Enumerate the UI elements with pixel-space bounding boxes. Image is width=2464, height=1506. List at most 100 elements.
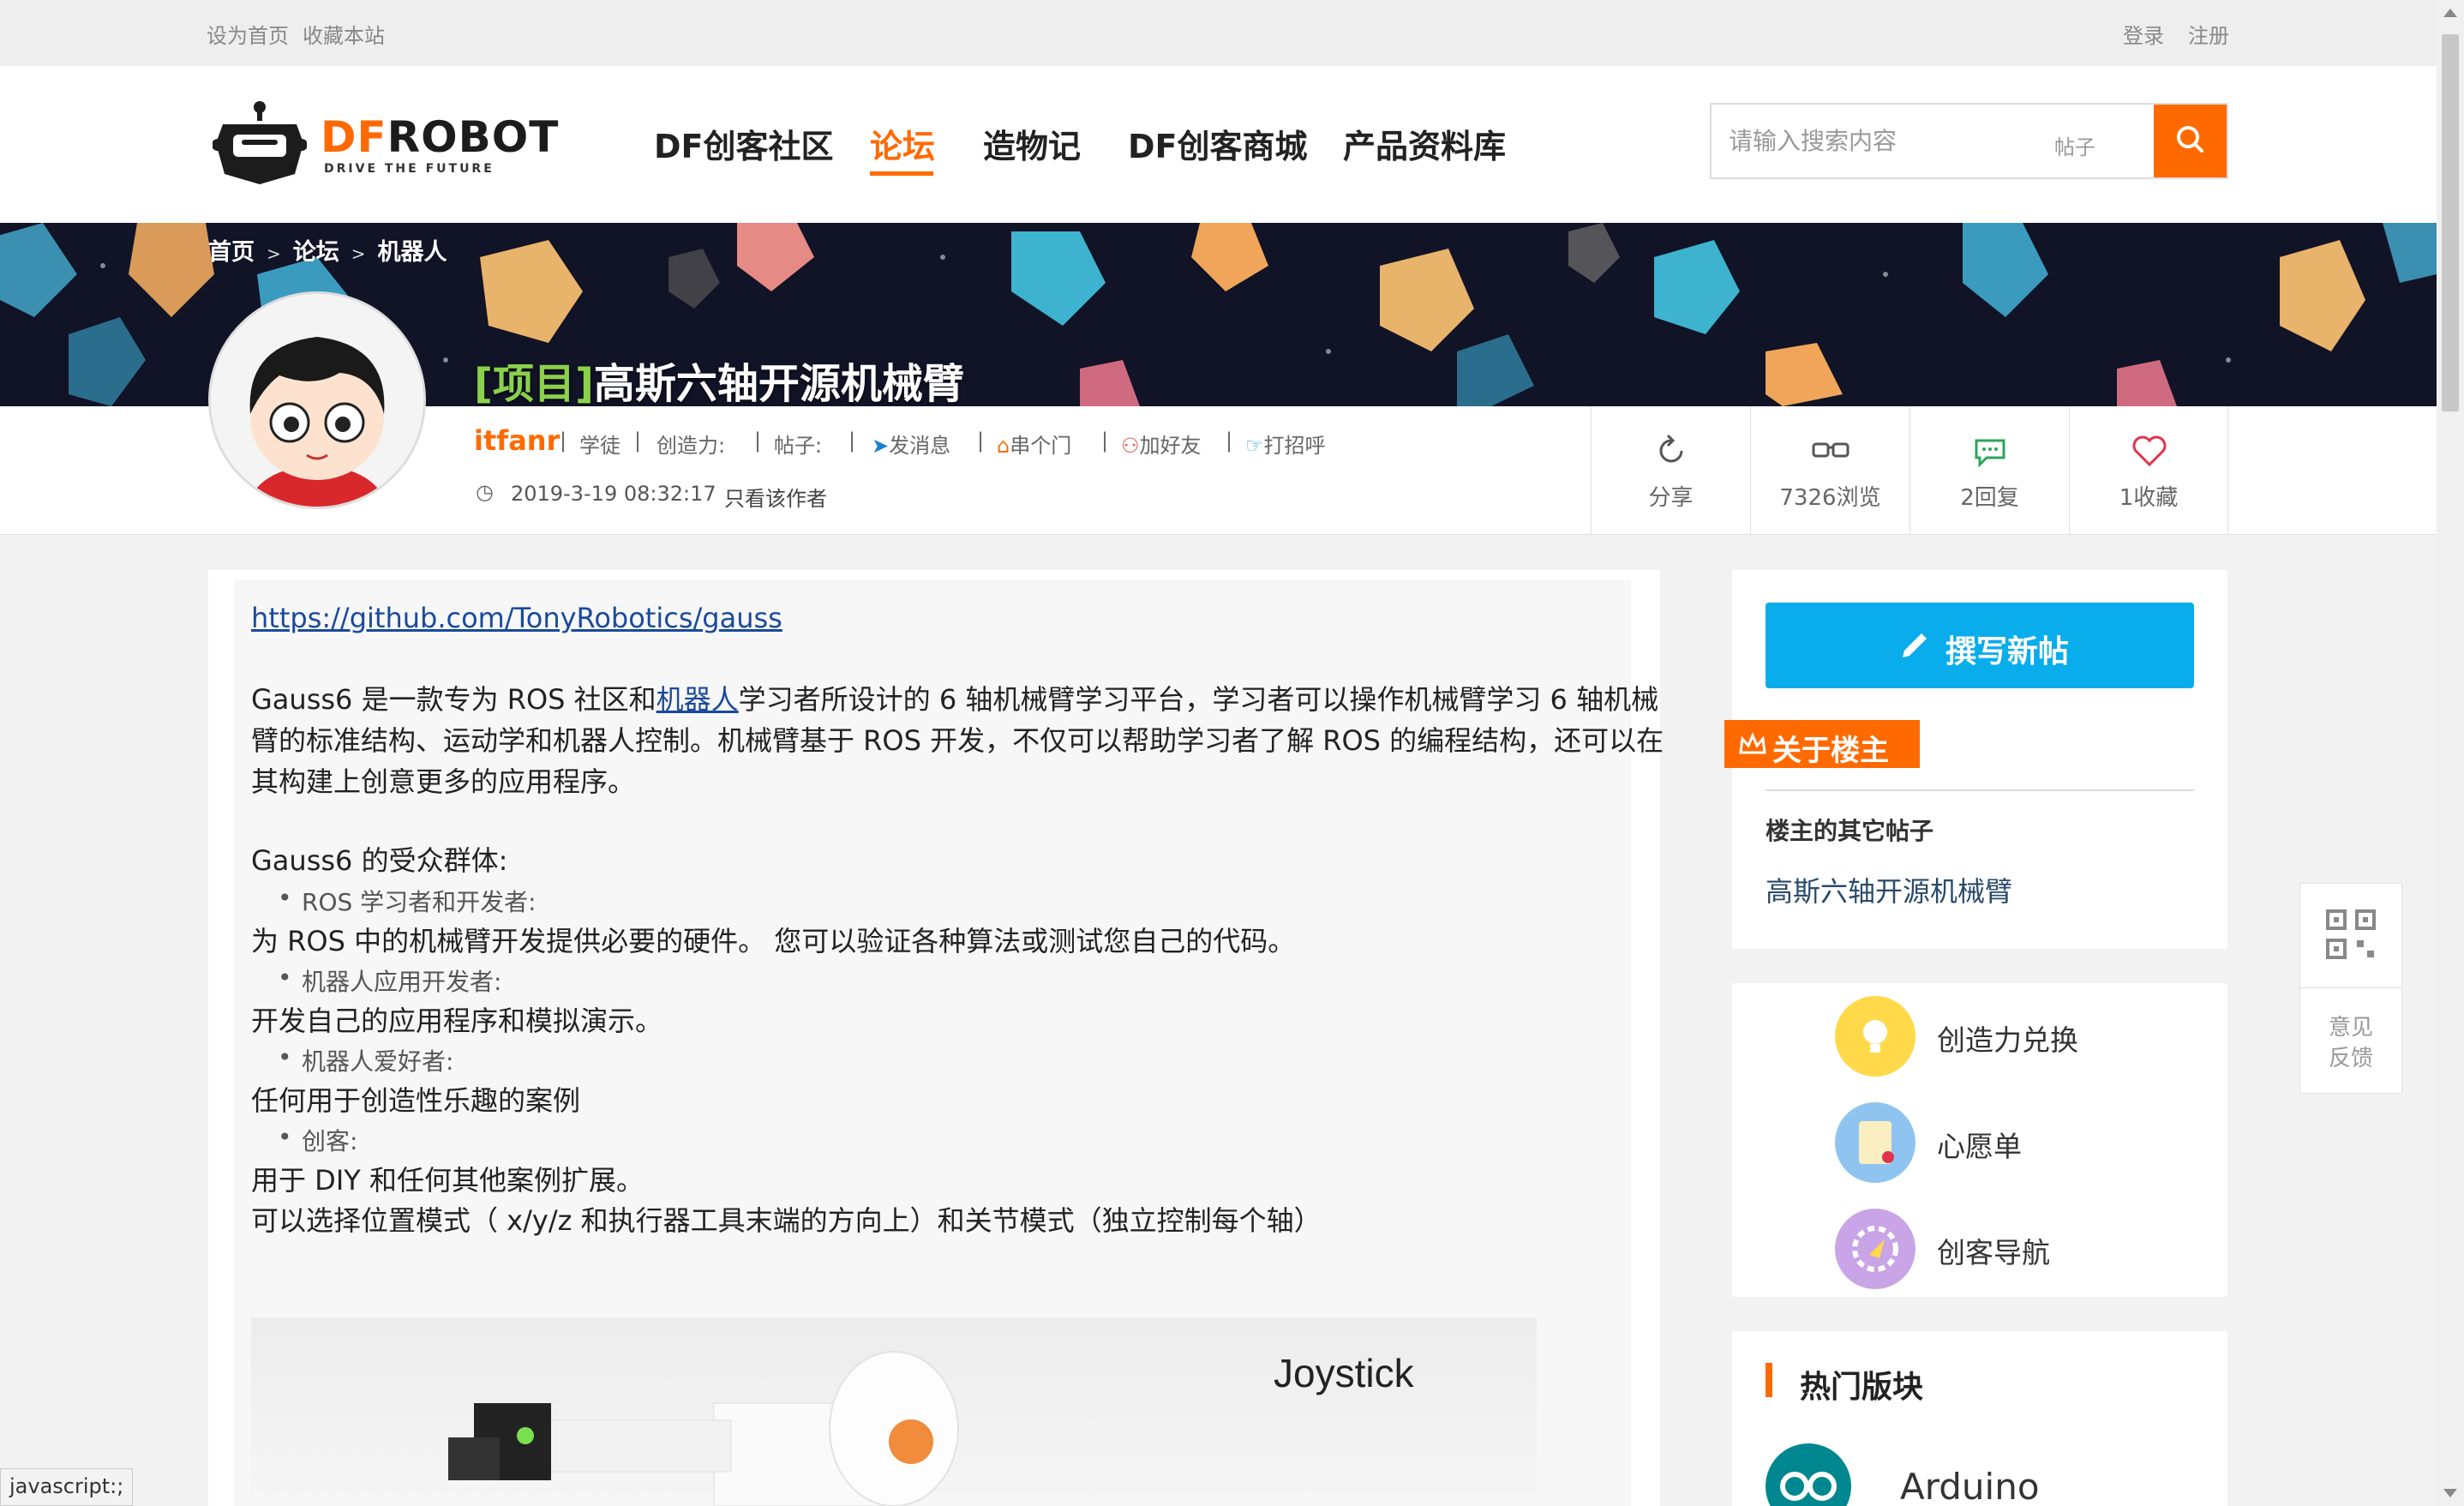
audience-text-1: 为 ROS 中的机械臂开发提供必要的硬件。 您可以验证各种算法或测试您自己的代码…	[251, 925, 1296, 957]
login-link[interactable]: 登录	[2123, 19, 2164, 49]
post-datetime: 2019-3-19 08:32:17	[511, 482, 716, 506]
only-author-link[interactable]: 只看该作者	[724, 482, 827, 512]
avatar[interactable]	[208, 291, 426, 509]
visit-link[interactable]: ⌂串个门	[997, 429, 1071, 459]
float-divider	[2300, 987, 2401, 988]
nav-df-community[interactable]: DF创客社区	[654, 120, 834, 167]
nav-product-library[interactable]: 产品资料库	[1343, 120, 1506, 167]
arduino-icon[interactable]	[1766, 1443, 1851, 1506]
audience-text-3: 任何用于创造性乐趣的案例	[251, 1084, 581, 1117]
author-sep: |	[560, 429, 567, 453]
creativity-label: 创造力:	[656, 434, 726, 458]
breadcrumb-separator: >	[351, 243, 366, 264]
tool-wishlist[interactable]: 心愿单	[1937, 1124, 2022, 1165]
author-sep: |	[634, 429, 642, 453]
greet-label: 打招呼	[1263, 434, 1326, 458]
logo-slogan: DRIVE THE FUTURE	[324, 162, 495, 176]
audience-title: Gauss6 的受众群体:	[251, 844, 508, 877]
audience-bullet-4: 创客:	[278, 1123, 358, 1157]
nav-forum[interactable]: 论坛	[870, 120, 935, 167]
share-label: 分享	[1648, 485, 1694, 511]
tool-creativity-exchange[interactable]: 创造力兑换	[1937, 1017, 2078, 1059]
nav-df-store[interactable]: DF创客商城	[1128, 120, 1308, 167]
top-utility-bar: 设为首页 收藏本站 登录 注册	[0, 0, 2437, 66]
audience-bullet-2: 机器人应用开发者:	[278, 963, 501, 998]
posts-label: 帖子:	[774, 434, 823, 458]
github-link[interactable]: https://github.com/TonyRobotics/gauss	[251, 597, 782, 639]
lightbulb-icon[interactable]	[1835, 996, 1915, 1077]
audience-text-2: 开发自己的应用程序和模拟演示。	[251, 1005, 663, 1037]
nav-zaowuji[interactable]: 造物记	[983, 120, 1081, 167]
favorite-button[interactable]: 1收藏	[2069, 406, 2228, 535]
new-post-button[interactable]: 撰写新帖	[1766, 603, 2194, 688]
search-button[interactable]	[2154, 105, 2227, 177]
robot-arm-photo[interactable]: Joystick	[251, 1317, 1537, 1506]
author-rank: 学徒	[579, 434, 620, 458]
views-label: 7326浏览	[1779, 485, 1881, 511]
site-header: DFROBOT DRIVE THE FUTURE DF创客社区 论坛 造物记 D…	[0, 66, 2437, 223]
new-post-label: 撰写新帖	[1945, 634, 2070, 669]
post-tag: [项目]	[474, 360, 594, 408]
wishlist-icon[interactable]	[1835, 1102, 1915, 1183]
hot-sections-title: 热门版块	[1800, 1370, 1924, 1405]
set-home-link[interactable]: 设为首页	[207, 19, 289, 49]
pencil-icon	[1903, 633, 1927, 657]
dfrobot-logo[interactable]: DFROBOT DRIVE THE FUTURE	[213, 100, 564, 186]
page-scrollbar[interactable]	[2437, 0, 2464, 1506]
greet-link[interactable]: ☞打招呼	[1245, 429, 1326, 459]
photo-label: Joystick	[1274, 1351, 1414, 1395]
intro-text-a: Gauss6 是一款专为 ROS 社区和	[251, 683, 656, 716]
scrollbar-thumb[interactable]	[2442, 34, 2459, 411]
chat-bubble-icon	[1975, 439, 2005, 468]
search-icon	[2177, 126, 2203, 153]
share-icon	[1659, 434, 1683, 463]
tool-maker-navigation[interactable]: 创客导航	[1937, 1230, 2050, 1271]
glasses-icon	[1812, 442, 1849, 458]
other-post-link[interactable]: 高斯六轴开源机械臂	[1766, 870, 2012, 909]
replies-label: 2回复	[1960, 485, 2019, 511]
gear-navigation-icon[interactable]	[1835, 1209, 1915, 1289]
floating-widget: 意见 反馈	[2299, 883, 2402, 1094]
feedback-button[interactable]: 意见 反馈	[2300, 1012, 2401, 1074]
author-name[interactable]: itfanr	[474, 424, 560, 457]
add-friend-link[interactable]: ⚇加好友	[1121, 429, 1202, 459]
nav-active-indicator	[870, 171, 933, 176]
author-sep: |	[754, 429, 762, 453]
post-title: [项目]高斯六轴开源机械臂	[474, 350, 964, 410]
send-message-link[interactable]: ➤发消息	[872, 429, 950, 459]
hand-icon: ☞	[1245, 434, 1264, 458]
browser-status-bar: javascript:;	[0, 1468, 134, 1506]
avatar-cartoon-icon	[211, 294, 423, 507]
house-icon: ⌂	[997, 434, 1010, 458]
breadcrumb-home[interactable]: 首页	[208, 239, 255, 266]
share-button[interactable]: 分享	[1591, 406, 1750, 535]
search-input[interactable]	[1729, 123, 2037, 158]
intro-text-b: 学习者所设计的 6 轴机械臂学习平台，学习者可以操作机械臂学习 6 轴机械	[738, 683, 1659, 716]
about-owner-label: 关于楼主	[1772, 734, 1889, 768]
hot-item-arduino[interactable]: Arduino	[1900, 1466, 2040, 1506]
paper-plane-icon: ➤	[872, 434, 890, 458]
register-link[interactable]: 注册	[2188, 19, 2229, 49]
author-sep: |	[1226, 429, 1233, 453]
people-icon: ⚇	[1121, 434, 1140, 458]
breadcrumb-section[interactable]: 机器人	[378, 239, 447, 266]
robot-keyword-link[interactable]: 机器人	[656, 683, 739, 716]
author-sep: |	[977, 429, 985, 453]
favorites-label: 1收藏	[2119, 485, 2179, 511]
crown-icon	[1739, 732, 1766, 754]
feedback-label-1: 意见	[2328, 1015, 2373, 1041]
hot-section-marker	[1766, 1363, 1772, 1397]
robot-head-icon	[213, 101, 307, 184]
mode-text: 可以选择位置模式（ x/y/z 和执行器工具末端的方向上）和关节模式（独立控制每…	[251, 1204, 1322, 1237]
bookmark-link[interactable]: 收藏本站	[303, 19, 385, 49]
author-sep: |	[1101, 429, 1109, 453]
heart-icon	[2132, 435, 2167, 467]
breadcrumb-forum[interactable]: 论坛	[293, 239, 339, 266]
qr-code-icon[interactable]	[2326, 909, 2376, 959]
sidebar-divider	[1766, 789, 2194, 791]
scroll-up-arrow-icon[interactable]	[2443, 9, 2457, 17]
replies-button[interactable]: 2回复	[1909, 406, 2069, 535]
other-posts-title: 楼主的其它帖子	[1766, 817, 1934, 845]
search-scope[interactable]: 帖子	[2054, 130, 2095, 160]
scroll-down-arrow-icon[interactable]	[2443, 1489, 2457, 1497]
